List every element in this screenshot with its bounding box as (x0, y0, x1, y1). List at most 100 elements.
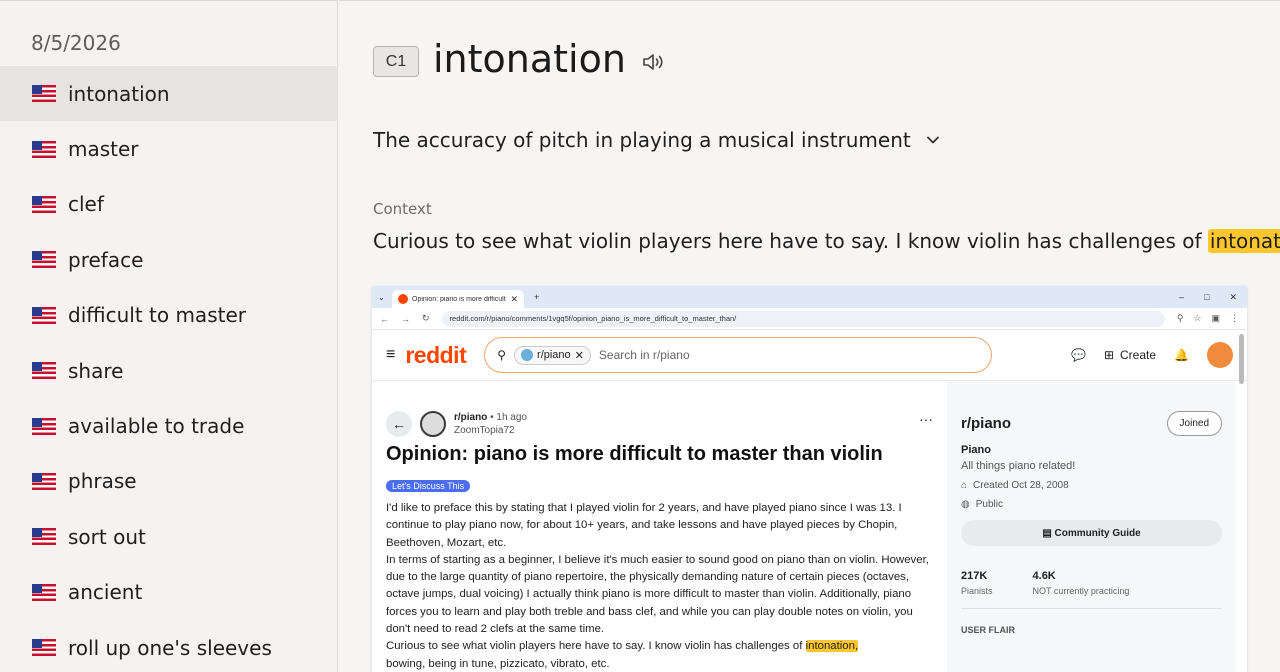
forward-arrow-icon: → (401, 313, 410, 324)
tab-list-icon: ⌄ (378, 292, 385, 302)
post-paragraph: Curious to see what violin players here … (386, 638, 933, 655)
stat-label: Pianists (961, 586, 993, 596)
word-title: intonation (433, 37, 626, 81)
word-list: intonation master clef preface difficult… (0, 66, 338, 672)
reddit-search: ⚲ r/piano ✕ Search in r/piano (484, 337, 993, 373)
subreddit-description: All things piano related! (961, 460, 1076, 472)
word-label: clef (68, 192, 104, 217)
context-text-before: Curious to see what violin players here … (373, 229, 1208, 253)
visibility-row: ◍ Public (961, 499, 1222, 510)
context-sentence: Curious to see what violin players here … (373, 229, 1280, 253)
divider (961, 608, 1222, 609)
create-label: Create (1120, 348, 1157, 362)
post-author: ZoomTopia72 (454, 425, 515, 436)
us-flag-icon (32, 362, 56, 380)
word-list-item[interactable]: sort out (0, 509, 338, 564)
post-subreddit: r/piano (454, 412, 488, 423)
post-meta-text: r/piano • 1h ago ZoomTopia72 (454, 411, 527, 437)
community-guide-button: ▤ Community Guide (961, 520, 1222, 546)
tab-title: Opinion: piano is more difficult (412, 295, 506, 303)
word-label: share (68, 358, 124, 383)
us-flag-icon (32, 251, 56, 269)
created-text: Created Oct 28, 2008 (973, 480, 1069, 491)
stat-value: 217K (961, 570, 988, 582)
post-body: I'd like to preface this by stating that… (386, 500, 933, 672)
us-flag-icon (32, 639, 56, 657)
word-label: difficult to master (68, 303, 246, 328)
word-list-item[interactable]: master (0, 121, 338, 176)
post-paragraph: I'd like to preface this by stating that… (386, 502, 902, 549)
post-title: Opinion: piano is more difficult to mast… (386, 443, 883, 465)
word-list-item[interactable]: intonation (0, 66, 338, 122)
post-column: ← r/piano • 1h ago ZoomTopia72 ··· Opini… (372, 382, 947, 672)
subreddit-sidebar: r/piano Joined Piano All things piano re… (947, 382, 1236, 672)
subreddit-avatar (420, 411, 446, 437)
word-list-item[interactable]: clef (0, 177, 338, 232)
stat-value: 4.6K (1032, 570, 1056, 582)
subreddit-stats: 217K Pianists 4.6K NOT currently practicin… (961, 570, 1222, 596)
online-stat: 4.6K NOT currently practicing (1033, 570, 1130, 596)
reddit-favicon-icon (398, 294, 408, 304)
post-meta: ← r/piano • 1h ago ZoomTopia72 ··· (386, 411, 933, 437)
speaker-icon[interactable] (641, 51, 667, 73)
word-label: ancient (68, 580, 143, 605)
minimize-icon: – (1179, 291, 1185, 302)
more-icon: ··· (919, 411, 933, 427)
address-bar-icons: ⚲ ☆ ▣ ⋮ (1177, 313, 1239, 324)
post-flair: Let's Discuss This (386, 480, 471, 492)
post-paragraph: bowing, being in tune, pizzicato, vibrat… (386, 657, 610, 670)
avatar (1207, 342, 1233, 368)
reload-icon: ↻ (422, 313, 430, 323)
context-highlight: intonation (1207, 229, 1280, 253)
close-icon: ✕ (574, 349, 584, 362)
hamburger-icon: ≡ (386, 346, 396, 363)
word-list-item[interactable]: share (0, 343, 338, 398)
browser-tab-bar: ⌄ Opinion: piano is more difficult ✕ + –… (372, 286, 1247, 308)
subreddit-avatar (521, 349, 534, 361)
guide-label: Community Guide (1054, 527, 1141, 539)
close-window-icon: ✕ (1229, 291, 1237, 302)
reddit-header: ≡ reddit ⚲ r/piano ✕ Search in r/piano 💬 … (372, 330, 1247, 381)
us-flag-icon (32, 417, 56, 435)
context-label: Context (373, 200, 432, 218)
stat-label: NOT currently practicing (1032, 586, 1130, 596)
word-label: sort out (68, 524, 146, 549)
post-highlight: intonation, (805, 640, 859, 653)
word-list-item[interactable]: phrase (0, 454, 338, 509)
level-badge: C1 (373, 46, 419, 77)
members-stat: 217K Pianists (961, 570, 993, 596)
word-list-item[interactable]: preface (0, 232, 338, 287)
url-field: reddit.com/r/piano/comments/1vgq5f/opini… (441, 310, 1165, 327)
created-row: ⌂ Created Oct 28, 2008 (961, 480, 1222, 491)
post-age: • 1h ago (490, 412, 527, 423)
book-icon: ▤ (1042, 527, 1055, 539)
word-label: preface (68, 247, 144, 272)
search-placeholder: Search in r/piano (598, 348, 690, 362)
search-icon: ⚲ (497, 348, 507, 362)
maximize-icon: □ (1204, 291, 1210, 302)
word-detail-panel: C1 intonation The accuracy of pitch in p… (339, 0, 1280, 672)
us-flag-icon (32, 583, 56, 601)
address-bar: ← → ↻ reddit.com/r/piano/comments/1vgq5f… (372, 308, 1247, 330)
window-controls: – □ ✕ (1179, 292, 1247, 303)
extensions-icon: ▣ (1211, 313, 1220, 323)
chip-label: r/piano (537, 349, 571, 361)
scrollbar (1239, 334, 1244, 384)
new-tab-icon: + (534, 292, 540, 302)
us-flag-icon (32, 195, 56, 213)
joined-button: Joined (1166, 411, 1222, 436)
back-arrow-icon: ← (380, 313, 389, 324)
word-list-item[interactable]: difficult to master (0, 288, 338, 343)
chevron-down-icon[interactable] (925, 132, 941, 148)
word-list-item[interactable]: roll up one's sleeves (0, 620, 338, 672)
subreddit-title: Piano (961, 444, 991, 456)
word-label: phrase (68, 469, 137, 494)
plus-icon: ⊞ (1103, 348, 1115, 362)
close-icon: ✕ (510, 293, 518, 304)
definition-text: The accuracy of pitch in playing a music… (373, 128, 911, 152)
us-flag-icon (32, 472, 56, 490)
word-list-item[interactable]: ancient (0, 565, 338, 620)
zoom-icon: ⚲ (1176, 313, 1184, 323)
create-button: ⊞ Create (1104, 348, 1156, 362)
word-list-item[interactable]: available to trade (0, 398, 338, 453)
